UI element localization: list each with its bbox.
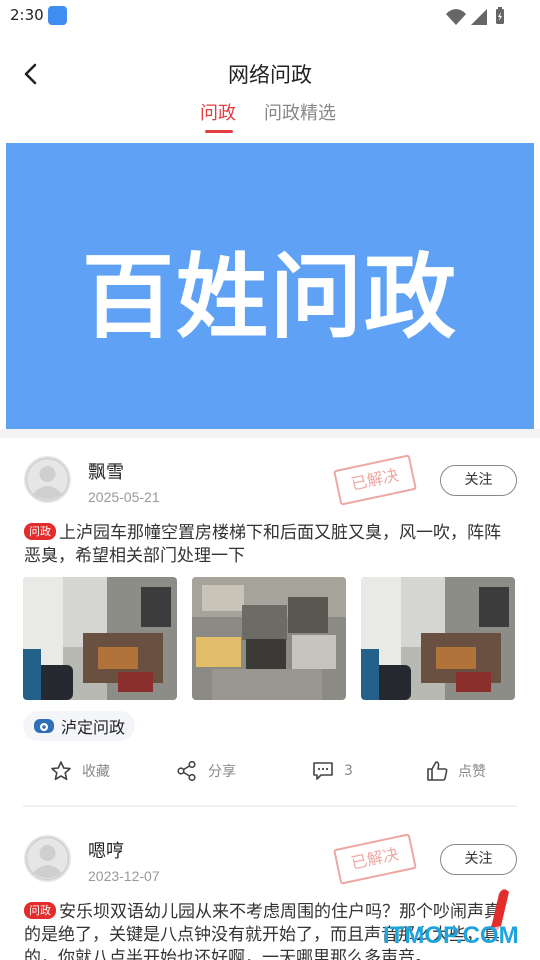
post-separator	[23, 805, 517, 807]
avatar[interactable]	[24, 456, 71, 503]
battery-icon	[496, 7, 504, 24]
tab-wenzheng-selected[interactable]: 问政精选	[264, 99, 336, 125]
phone-channel-icon	[34, 719, 54, 733]
post-photo[interactable]	[361, 577, 515, 700]
status-bar: 2:30	[0, 0, 540, 32]
comment-button[interactable]: 3	[312, 756, 353, 786]
banner-text: 百姓问政	[82, 244, 458, 351]
status-stamp: 已解决	[333, 454, 417, 506]
share-icon	[177, 760, 196, 782]
active-tab-indicator	[205, 130, 233, 133]
collect-button[interactable]: 收藏	[50, 756, 110, 786]
thumbs-up-icon	[427, 761, 448, 781]
avatar[interactable]	[24, 835, 71, 882]
author-name[interactable]: 嗯哼	[88, 837, 124, 863]
user-avatar-icon	[25, 836, 70, 881]
status-stamp: 已解决	[333, 833, 417, 885]
post-card[interactable]: 飘雪 2025-05-21 已解决 关注 问政 上泸园车那幢空置房楼梯下和后面又脏…	[0, 438, 540, 808]
share-label: 分享	[208, 764, 236, 780]
collect-label: 收藏	[82, 764, 110, 780]
header: 网络问政	[0, 50, 540, 98]
tab-bar: 问政 问政精选	[0, 96, 540, 136]
post-date: 2023-12-07	[88, 868, 160, 884]
category-tag: 问政	[24, 902, 56, 919]
watermark: ITMOP.COM	[383, 886, 533, 956]
author-name[interactable]: 飘雪	[88, 458, 124, 484]
app-notification-icon	[48, 6, 67, 25]
follow-button[interactable]: 关注	[440, 465, 517, 496]
watermark-text: ITMOP.COM	[383, 922, 519, 949]
post-photo[interactable]	[192, 577, 346, 700]
status-icons	[446, 7, 504, 25]
comment-icon	[313, 762, 333, 780]
post-text: 上泸园车那幢空置房楼梯下和后面又脏又臭，风一吹，阵阵恶臭，希望相关部门处理一下	[24, 523, 501, 566]
follow-button[interactable]: 关注	[440, 844, 517, 875]
user-avatar-icon	[25, 457, 70, 502]
tab-wenzheng[interactable]: 问政	[200, 99, 236, 125]
signal-icon	[471, 9, 487, 25]
share-button[interactable]: 分享	[176, 756, 236, 786]
post-date: 2025-05-21	[88, 489, 160, 505]
photo-grid	[23, 577, 517, 701]
channel-label: 泸定问政	[61, 718, 126, 737]
post-actions: 收藏 分享 3 点赞	[0, 756, 540, 786]
channel-chip[interactable]: 泸定问政	[23, 711, 136, 741]
comment-count: 3	[344, 763, 353, 779]
wifi-icon	[446, 9, 466, 25]
banner[interactable]: 百姓问政	[6, 143, 534, 429]
section-divider	[0, 429, 540, 438]
page-title: 网络问政	[228, 63, 312, 87]
star-icon	[51, 761, 71, 781]
category-tag: 问政	[24, 523, 56, 540]
status-time: 2:30	[10, 6, 44, 24]
like-label: 点赞	[458, 764, 486, 780]
post-content[interactable]: 问政 上泸园车那幢空置房楼梯下和后面又脏又臭，风一吹，阵阵恶臭，希望相关部门处理一…	[24, 522, 516, 568]
post-photo[interactable]	[23, 577, 177, 700]
like-button[interactable]: 点赞	[426, 756, 486, 786]
banner-graphic: 百姓问政	[82, 244, 458, 351]
